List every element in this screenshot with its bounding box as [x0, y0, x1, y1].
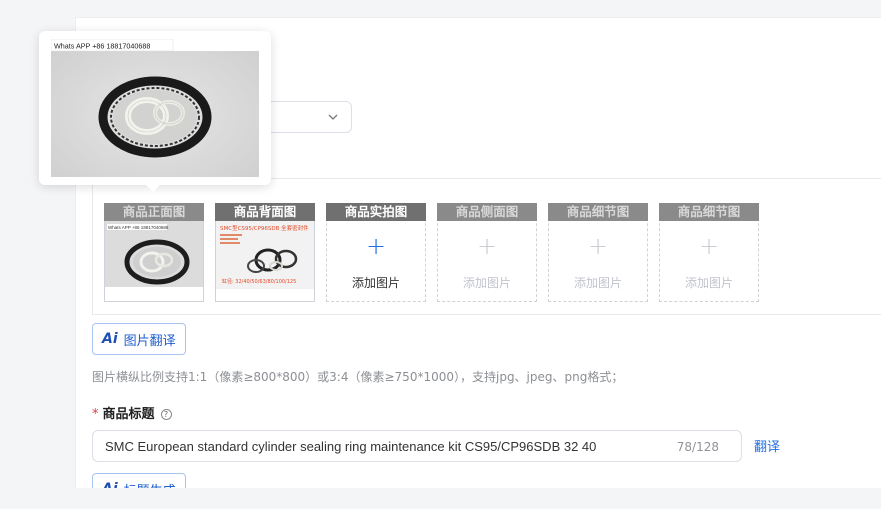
plus-icon: +	[476, 232, 498, 260]
image-slot-real-shot[interactable]: + 添加图片 商品实拍图	[326, 203, 426, 302]
image-slot-side[interactable]: + 添加图片 商品侧面图	[437, 203, 537, 302]
page-bottom-strip	[75, 488, 881, 509]
title-input-value: SMC European standard cylinder sealing r…	[105, 439, 597, 454]
add-image-label: 添加图片	[573, 276, 622, 290]
add-image-label: 添加图片	[351, 276, 400, 290]
title-char-counter: 78/128	[676, 440, 719, 454]
add-image-label: 添加图片	[462, 276, 511, 290]
photo-sizes: 缸径: 32/40/50/63/80/100/125	[222, 278, 296, 285]
ai-icon: Ai	[102, 331, 118, 347]
section-divider-bottom	[92, 314, 881, 315]
preview-caption: Whats APP +86 18817040688	[54, 42, 150, 51]
image-slot-label: 商品侧面图	[437, 203, 537, 221]
image-slot-label: 商品正面图	[104, 203, 204, 221]
required-mark: *	[92, 407, 99, 422]
image-slot-label: 商品实拍图	[326, 203, 426, 221]
image-slot-label: 商品细节图	[548, 203, 648, 221]
image-slot-label: 商品背面图	[215, 203, 315, 221]
preview-photo: Whats APP +86 18817040688	[51, 39, 259, 177]
section-divider-left	[92, 178, 93, 314]
plus-icon: +	[698, 232, 720, 260]
image-preview-popover: Whats APP +86 18817040688	[39, 31, 271, 185]
image-slot-label: 商品细节图	[659, 203, 759, 221]
popover-arrow	[145, 184, 161, 192]
image-slot-detail-2[interactable]: + 添加图片 商品细节图	[659, 203, 759, 302]
image-translate-button[interactable]: Ai 图片翻译	[92, 323, 186, 355]
title-field-label: * 商品标题?	[92, 403, 172, 422]
photo-caption: SMC型CS95/CP96SDB 全套密封件	[220, 224, 309, 232]
help-icon[interactable]: ?	[160, 409, 172, 420]
chevron-down-icon	[328, 114, 338, 120]
title-translate-link[interactable]: 翻译	[754, 436, 780, 455]
add-image-label: 添加图片	[684, 276, 733, 290]
title-label-text: 商品标题	[102, 407, 155, 422]
image-translate-label: 图片翻译	[123, 333, 176, 349]
plus-icon: +	[365, 232, 387, 260]
image-slot-back[interactable]: SMC型CS95/CP96SDB 全套密封件 缸径: 32/40/50/63/8…	[215, 203, 315, 302]
plus-icon: +	[587, 232, 609, 260]
title-input[interactable]: SMC European standard cylinder sealing r…	[92, 430, 742, 462]
photo-caption: Whats APP +86 18817040688	[108, 225, 169, 230]
image-format-hint: 图片横纵比例支持1:1（像素≥800*800）或3:4（像素≥750*1000）…	[92, 370, 624, 384]
image-slot-front[interactable]: Whats APP +86 18817040688 商品正面图	[104, 203, 204, 302]
image-slot-detail-1[interactable]: + 添加图片 商品细节图	[548, 203, 648, 302]
